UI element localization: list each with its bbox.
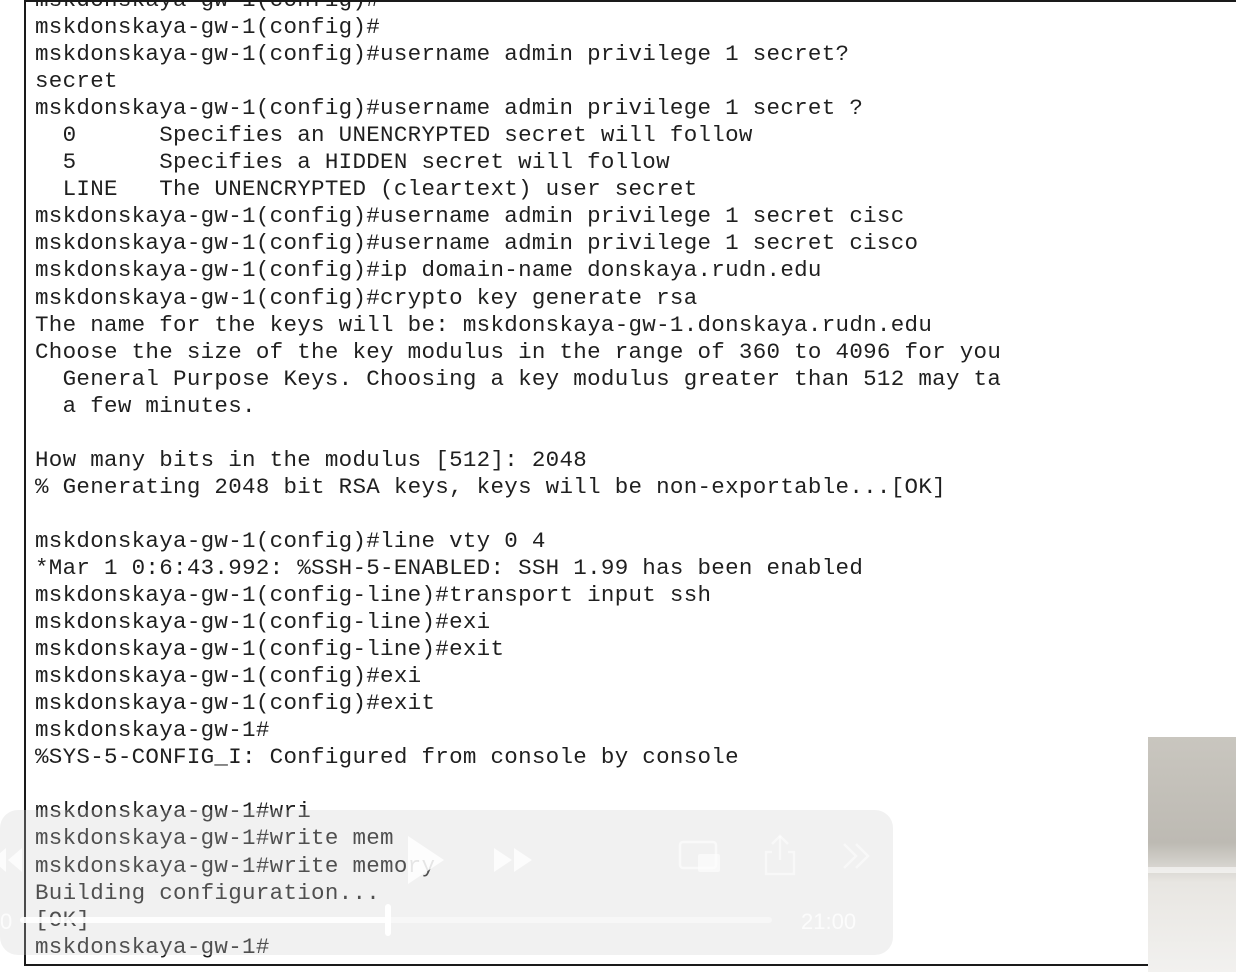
screen: mskdonskaya-gw-1(config)# mskdonskaya-gw-… bbox=[0, 0, 1236, 972]
terminal-line: mskdonskaya-gw-1(config)#line vty 0 4 bbox=[35, 527, 546, 554]
picture-in-picture-button[interactable] bbox=[678, 838, 724, 876]
terminal-line: How many bits in the modulus [512]: 2048 bbox=[35, 446, 588, 473]
share-icon bbox=[764, 834, 796, 876]
terminal-line: 0 Specifies an UNENCRYPTED secret will f… bbox=[35, 122, 753, 149]
fast-forward-button[interactable] bbox=[490, 840, 542, 880]
terminal-line: *Mar 1 0:6:43.992: %SSH-5-ENABLED: SSH 1… bbox=[35, 554, 864, 581]
terminal-line: secret bbox=[35, 68, 118, 95]
video-player-controls: 0 21:00 bbox=[0, 810, 893, 955]
terminal-line: mskdonskaya-gw-1(config)#username admin … bbox=[35, 95, 864, 122]
terminal-line: mskdonskaya-gw-1(config-line)#exi bbox=[35, 609, 491, 636]
terminal-line: LINE The UNENCRYPTED (cleartext) user se… bbox=[35, 176, 698, 203]
progress-fill bbox=[20, 917, 389, 923]
terminal-line: mskdonskaya-gw-1(config)#crypto key gene… bbox=[35, 284, 698, 311]
fast-forward-icon bbox=[494, 848, 532, 872]
progress-handle[interactable] bbox=[385, 904, 392, 936]
terminal-line: mskdonskaya-gw-1(config-line)#exit bbox=[35, 636, 505, 663]
terminal-line: %SYS-5-CONFIG_I: Configured from console… bbox=[35, 744, 739, 771]
terminal-line: mskdonskaya-gw-1(config)#exi bbox=[35, 663, 422, 690]
rewind-button[interactable] bbox=[0, 840, 26, 880]
play-button[interactable] bbox=[402, 832, 448, 888]
chevron-double-right-icon bbox=[843, 843, 870, 869]
terminal-line: mskdonskaya-gw-1(config)# bbox=[35, 0, 381, 13]
terminal-line: 5 Specifies a HIDDEN secret will follow bbox=[35, 149, 670, 176]
terminal-line: mskdonskaya-gw-1(config)#exit bbox=[35, 690, 436, 717]
terminal-line: mskdonskaya-gw-1(config)#ip domain-name … bbox=[35, 257, 822, 284]
terminal-line: mskdonskaya-gw-1(config)#username admin … bbox=[35, 203, 905, 230]
play-icon bbox=[408, 836, 444, 884]
terminal-line: Choose the size of the key modulus in th… bbox=[35, 338, 1002, 365]
rewind-icon bbox=[0, 848, 22, 872]
camera-background-edge bbox=[1148, 867, 1236, 873]
terminal-line: mskdonskaya-gw-1# bbox=[35, 717, 270, 744]
time-elapsed: 0 bbox=[0, 909, 13, 934]
terminal-line: General Purpose Keys. Choosing a key mod… bbox=[35, 365, 1002, 392]
terminal-line: mskdonskaya-gw-1(config-line)#transport … bbox=[35, 582, 712, 609]
share-button[interactable] bbox=[762, 832, 798, 878]
camera-overlay bbox=[1148, 737, 1236, 972]
terminal-line: % Generating 2048 bit RSA keys, keys wil… bbox=[35, 473, 946, 500]
terminal-line: mskdonskaya-gw-1(config)#username admin … bbox=[35, 230, 919, 257]
progress-slider[interactable] bbox=[20, 904, 772, 936]
terminal-line: mskdonskaya-gw-1(config)# bbox=[35, 14, 381, 41]
terminal-line: a few minutes. bbox=[35, 392, 256, 419]
terminal-line: mskdonskaya-gw-1(config)#username admin … bbox=[35, 41, 850, 68]
terminal-line: The name for the keys will be: mskdonska… bbox=[35, 311, 933, 338]
more-options-button[interactable] bbox=[838, 838, 874, 874]
time-total: 21:00 bbox=[801, 909, 857, 934]
picture-in-picture-icon bbox=[678, 840, 720, 872]
